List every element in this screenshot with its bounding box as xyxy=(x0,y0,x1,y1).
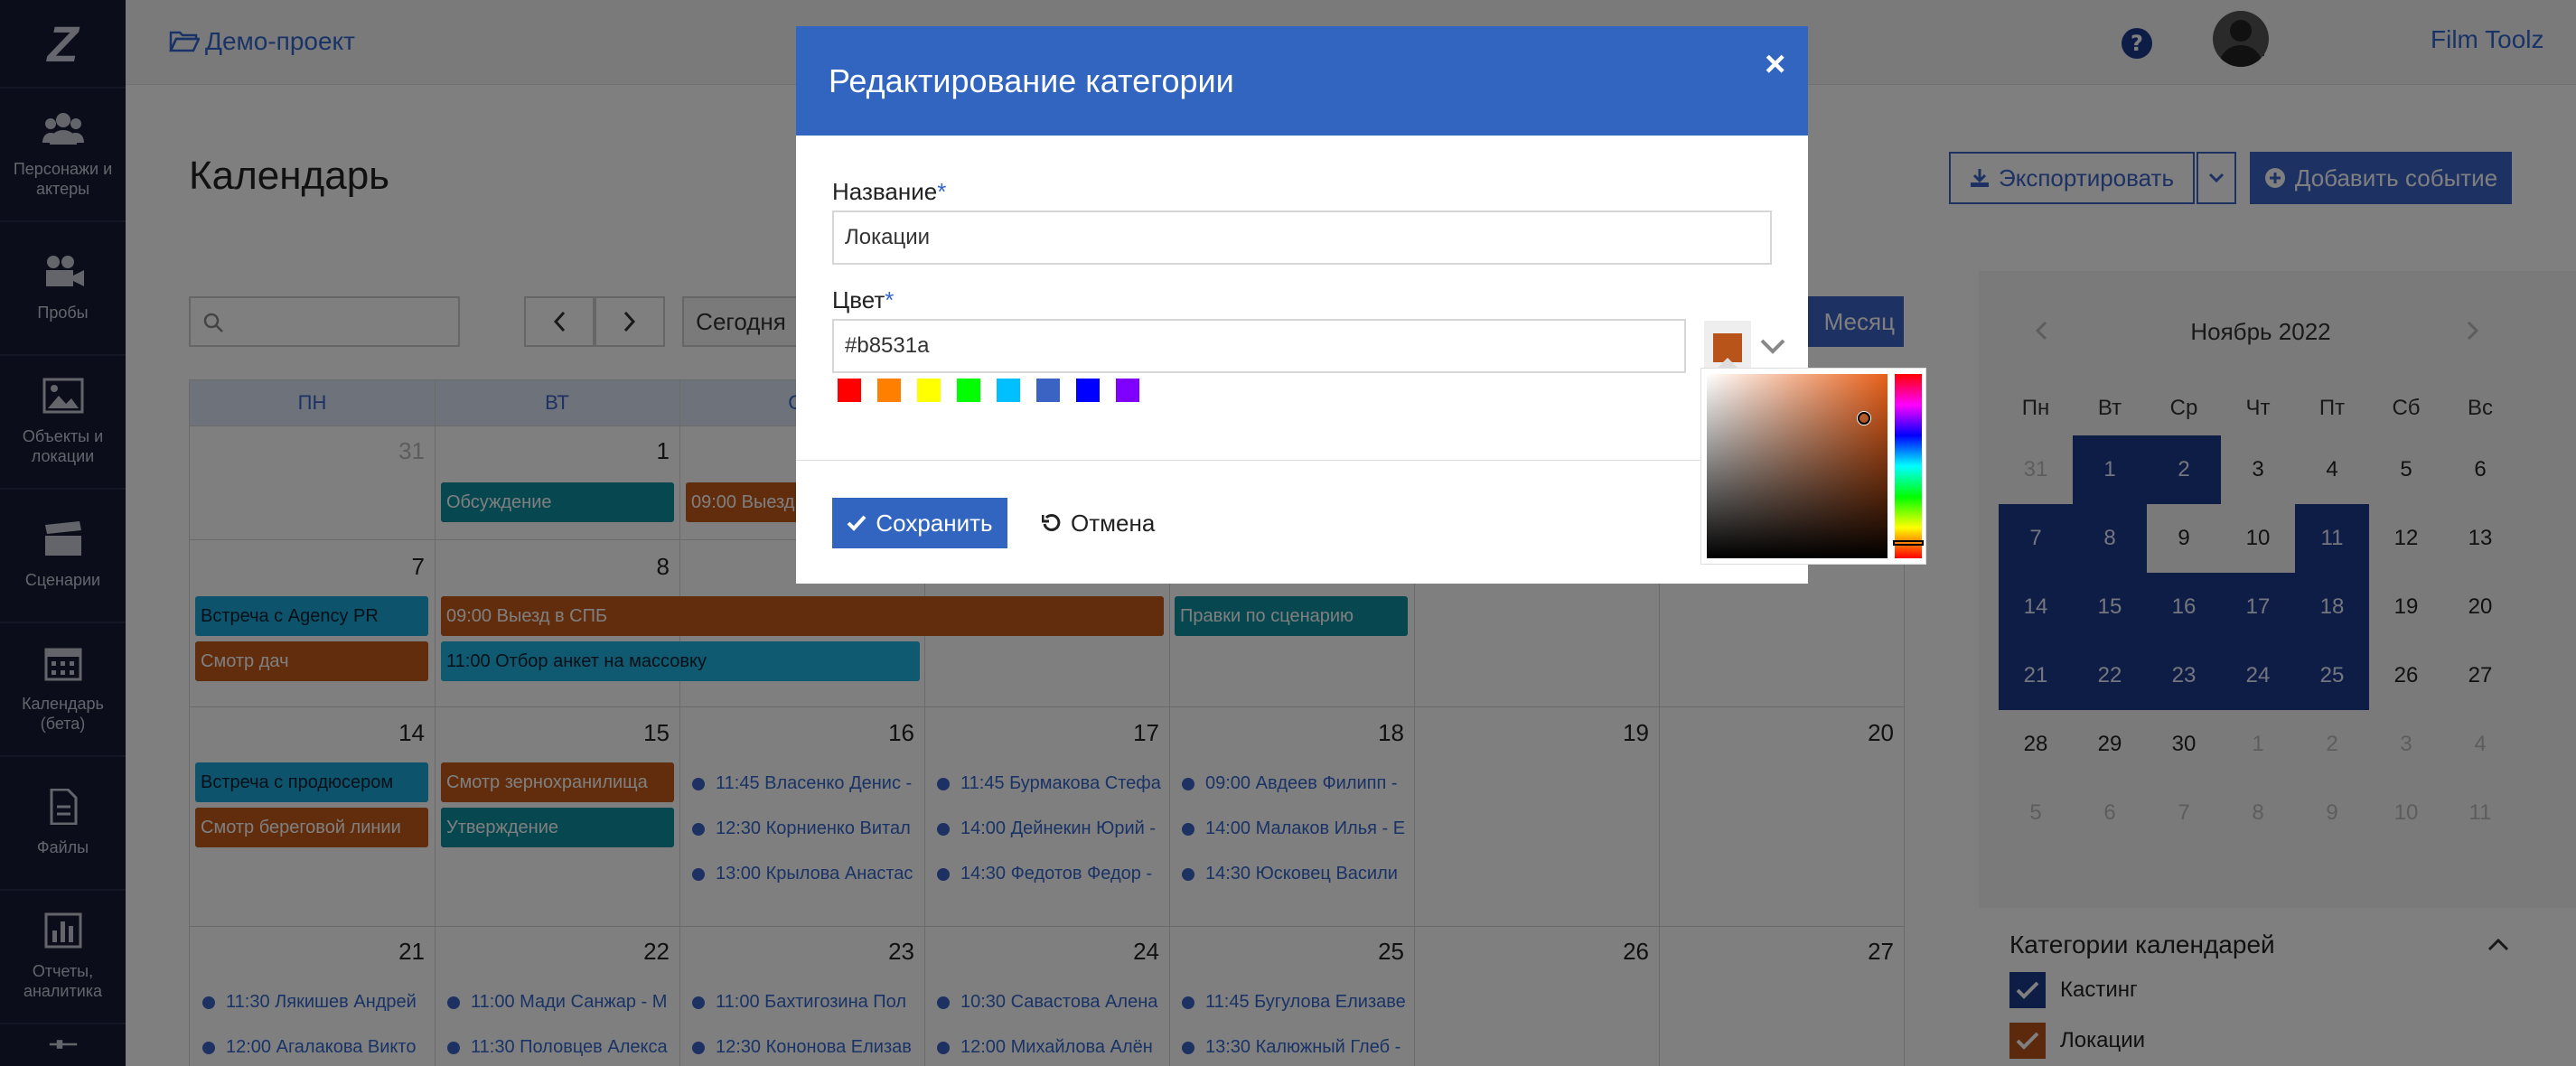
edit-category-modal: Редактирование категории × Название* Лок… xyxy=(796,26,1808,584)
preset-color-yellow[interactable] xyxy=(917,379,941,402)
preset-color-red[interactable] xyxy=(838,379,861,402)
name-label: Название* xyxy=(832,178,947,205)
modal-header: Редактирование категории × xyxy=(796,26,1808,136)
color-label: Цвет* xyxy=(832,286,895,313)
saturation-handle[interactable] xyxy=(1858,412,1870,425)
modal-title: Редактирование категории xyxy=(829,62,1234,99)
saturation-value-area[interactable] xyxy=(1707,374,1888,558)
modal-divider xyxy=(796,460,1808,461)
required-mark: * xyxy=(937,178,947,205)
preset-color-orange[interactable] xyxy=(877,379,901,402)
preset-color-blue[interactable] xyxy=(1076,379,1100,402)
preset-color-green[interactable] xyxy=(957,379,980,402)
close-icon[interactable]: × xyxy=(1765,46,1785,82)
chevron-down-icon[interactable] xyxy=(1759,335,1786,357)
hue-slider[interactable] xyxy=(1895,374,1922,558)
cancel-button[interactable]: Отмена xyxy=(1042,498,1155,548)
required-mark: * xyxy=(885,286,895,313)
save-button[interactable]: Сохранить xyxy=(832,498,1007,548)
hue-handle[interactable] xyxy=(1893,540,1924,546)
name-input[interactable]: Локации xyxy=(832,210,1772,265)
undo-icon xyxy=(1042,513,1061,531)
color-input[interactable]: #b8531a xyxy=(832,319,1686,373)
preset-color-violet[interactable] xyxy=(1116,379,1139,402)
color-picker xyxy=(1700,368,1926,565)
preset-color-steel-blue[interactable] xyxy=(1036,379,1060,402)
preset-color-cyan[interactable] xyxy=(997,379,1020,402)
check-icon xyxy=(847,515,866,531)
